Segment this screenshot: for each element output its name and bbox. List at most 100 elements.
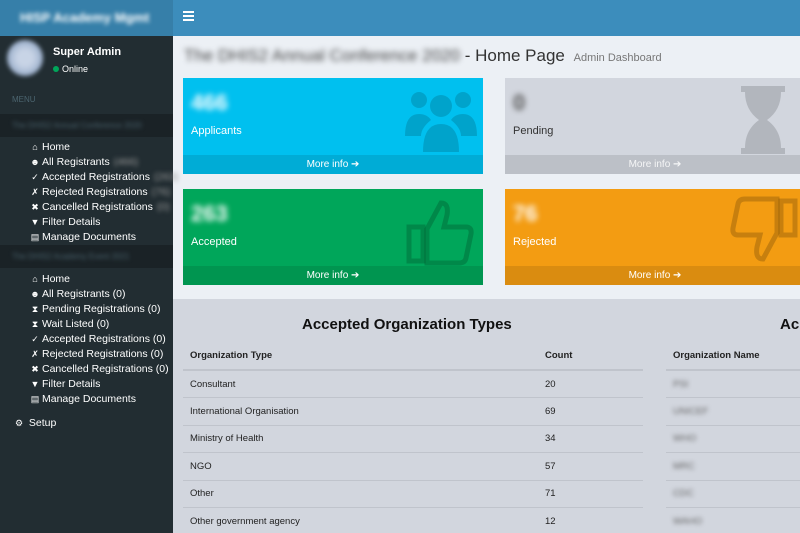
column-header: Count (538, 342, 643, 371)
user-status: Online (53, 64, 88, 74)
applicants-box: 466 Applicants More info ➔ (183, 78, 483, 174)
sidebar-item[interactable]: ⧗ Pending Registrations (0) (30, 302, 161, 317)
thumbs-up-icon: ✓ (31, 334, 39, 344)
menu-label: MENU (12, 95, 36, 104)
page-subtitle: Admin Dashboard (573, 52, 662, 64)
gears-icon: ⚙ (14, 418, 24, 428)
table-cell: International Organisation (183, 397, 538, 426)
sidebar-toggle-icon[interactable] (183, 11, 195, 25)
table-row: CDC (666, 480, 800, 508)
box-label: Rejected (513, 236, 557, 248)
table-row: MRC (666, 452, 800, 481)
table-cell: Other government agency (183, 507, 538, 533)
home-icon: ⌂ (32, 142, 38, 152)
document-icon: ▤ (30, 232, 40, 242)
more-info-link[interactable]: More info ➔ (505, 266, 800, 285)
app-logo[interactable]: HISP Academy Mgmt (0, 0, 173, 36)
table-row: NGO 57 (183, 452, 643, 481)
table-cell: 57 (538, 452, 643, 481)
box-label: Applicants (191, 125, 242, 137)
home-icon: ⌂ (32, 274, 38, 284)
table-row: WAHO (666, 507, 800, 533)
section-title: Accepted Organization Types (302, 316, 512, 333)
sidebar-item[interactable]: ✓ Accepted Registrations (263) (30, 170, 178, 185)
table-cell: WHO (666, 425, 800, 453)
sidebar-item[interactable]: ✓ Accepted Registrations (0) (30, 332, 166, 347)
section-title-2: Ac (780, 316, 800, 333)
thumbs-down-icon (730, 196, 798, 262)
sidebar-item[interactable]: ☻ All Registrants (0) (30, 287, 125, 302)
table-row: Consultant 20 (183, 370, 643, 398)
hourglass-icon: ⧗ (31, 304, 39, 314)
menu-group-header[interactable]: The DHIS2 Academy Event 2021 (0, 245, 173, 268)
sidebar-item[interactable]: ✗ Rejected Registrations (0) (30, 347, 163, 362)
sidebar-item[interactable]: ⌂ Home (30, 272, 70, 287)
table-row: WHO (666, 425, 800, 453)
times-icon: ✖ (31, 202, 39, 212)
sidebar-item[interactable]: ▤ Manage Documents (30, 392, 136, 407)
column-header: Organization Type (183, 342, 538, 371)
accepted-box: 263 Accepted More info ➔ (183, 189, 483, 285)
table-row: UNICEF (666, 397, 800, 426)
table-cell: Consultant (183, 370, 538, 398)
sidebar-item[interactable]: ☻ All Registrants (466) (30, 155, 138, 170)
sidebar-item[interactable]: ✖ Cancelled Registrations (0) (30, 362, 168, 377)
table-row: Ministry of Health 34 (183, 425, 643, 453)
table-row: PSI (666, 370, 800, 398)
thumbs-down-icon: ✗ (31, 187, 39, 197)
filter-icon: ▼ (30, 217, 40, 227)
box-label: Accepted (191, 236, 237, 248)
user-name: Super Admin (53, 46, 122, 58)
table-cell: NGO (183, 452, 538, 481)
org-types-table: Organization Type Count Consultant 20 Inte… (183, 342, 643, 533)
sidebar-item[interactable]: ⌂ Home (30, 140, 70, 155)
table-cell: WAHO (666, 507, 800, 533)
hourglass-icon (741, 86, 785, 154)
table-cell: 69 (538, 397, 643, 426)
thumbs-down-icon: ✗ (31, 349, 39, 359)
page-title: The DHIS2 Annual Conference 2020 - Home … (184, 46, 662, 65)
table-cell: PSI (666, 370, 800, 398)
table-cell: 12 (538, 507, 643, 533)
sidebar-item[interactable]: ⧗ Wait Listed (0) (30, 317, 109, 332)
top-navbar (173, 0, 800, 36)
org-names-table: Organization Name PSI UNICEF WHO MRC CDC WAHO (666, 342, 800, 533)
more-info-link[interactable]: More info ➔ (505, 155, 800, 174)
sidebar-item[interactable]: ▼ Filter Details (30, 215, 101, 230)
box-label: Pending (513, 125, 554, 137)
table-cell: Ministry of Health (183, 425, 538, 453)
more-info-link[interactable]: More info ➔ (183, 266, 483, 285)
table-cell: 20 (538, 370, 643, 398)
more-info-link[interactable]: More info ➔ (183, 155, 483, 174)
sidebar-item[interactable]: ▼ Filter Details (30, 377, 101, 392)
sidebar-item-setup[interactable]: ⚙ Setup (14, 416, 56, 431)
thumbs-up-icon: ✓ (31, 172, 39, 182)
pending-box: 0 Pending More info ➔ (505, 78, 800, 174)
table-cell: UNICEF (666, 397, 800, 426)
table-cell: CDC (666, 480, 800, 508)
users-icon: ☻ (30, 157, 40, 167)
document-icon: ▤ (30, 394, 40, 404)
sidebar-item[interactable]: ▤ Manage Documents (30, 230, 136, 245)
table-row: Other 71 (183, 480, 643, 508)
table-cell: 71 (538, 480, 643, 508)
table-cell: Other (183, 480, 538, 508)
times-icon: ✖ (31, 364, 39, 374)
avatar (7, 40, 43, 76)
table-cell: 34 (538, 425, 643, 453)
online-dot-icon (53, 66, 59, 72)
thumbs-up-icon (406, 200, 474, 266)
hourglass-icon: ⧗ (31, 319, 39, 329)
filter-icon: ▼ (30, 379, 40, 389)
menu-group-header[interactable]: The DHIS2 Annual Conference 2020 (0, 114, 173, 137)
rejected-box: 76 Rejected More info ➔ (505, 189, 800, 285)
table-cell: MRC (666, 452, 800, 481)
column-header: Organization Name (666, 342, 800, 371)
users-icon: ☻ (30, 289, 40, 299)
user-panel: Super Admin Online (0, 36, 173, 86)
table-row: International Organisation 69 (183, 397, 643, 426)
users-icon (405, 92, 477, 152)
sidebar-item[interactable]: ✖ Cancelled Registrations (0) (30, 200, 170, 215)
sidebar-item[interactable]: ✗ Rejected Registrations (76) (30, 185, 170, 200)
table-row: Other government agency 12 (183, 507, 643, 533)
